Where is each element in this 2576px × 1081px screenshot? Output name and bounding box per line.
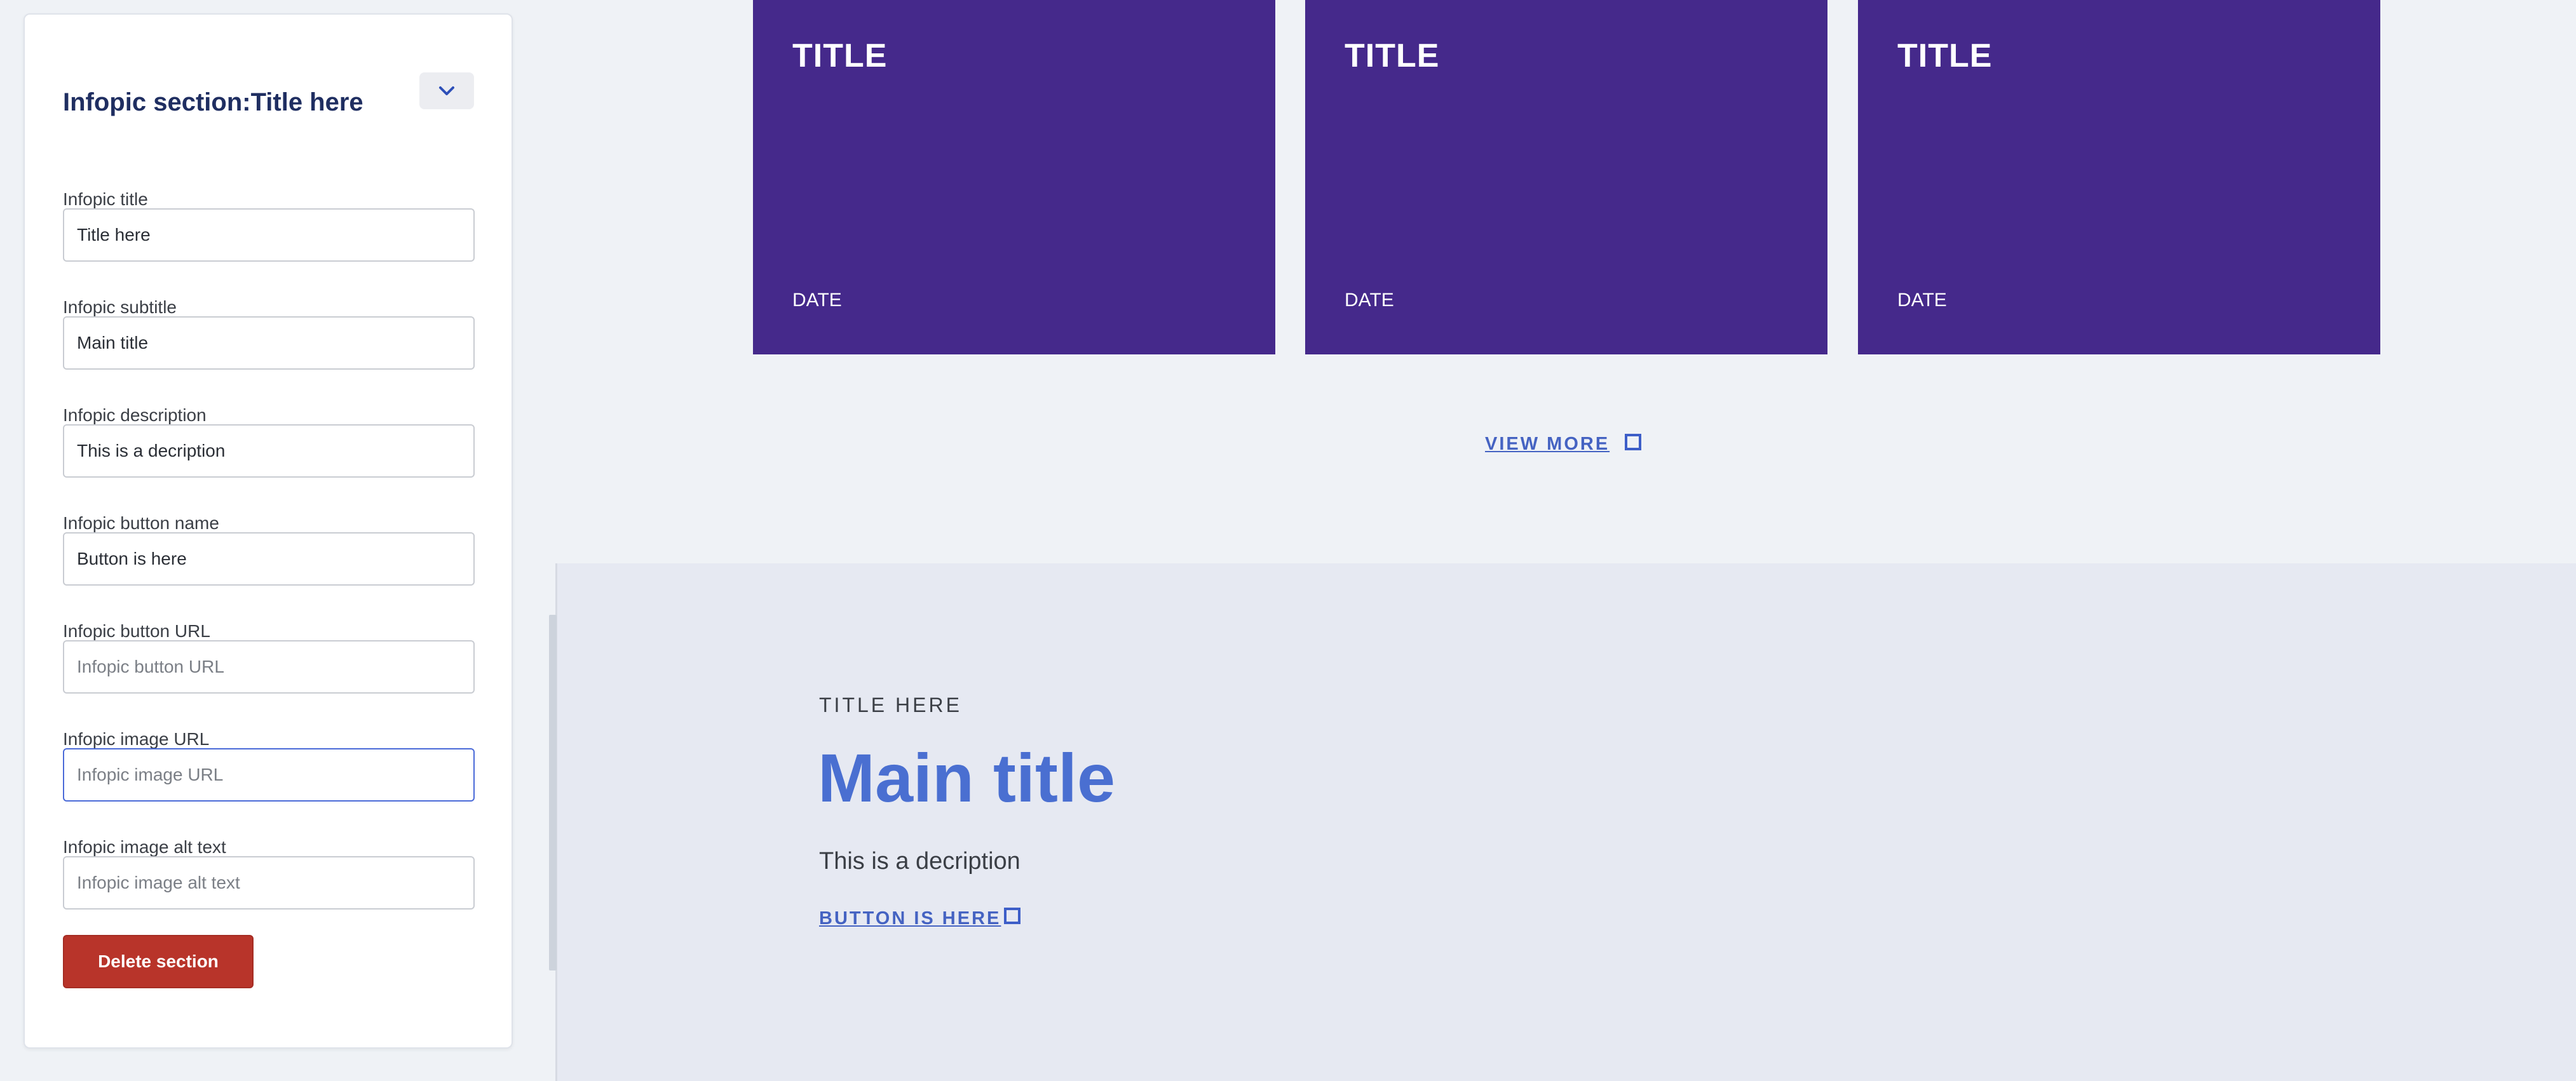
- card-1[interactable]: TITLE DATE: [753, 0, 1275, 354]
- infopic-title: TITLE HERE: [819, 694, 962, 716]
- infopic-image-alt-input[interactable]: [63, 856, 475, 910]
- scrollbar-thumb[interactable]: [549, 615, 557, 970]
- section-editor-panel: Infopic section:Title here Infopic title…: [24, 13, 513, 1049]
- infopic-image-alt-label: Infopic image alt text: [63, 837, 226, 857]
- infopic-button-url-label: Infopic button URL: [63, 621, 210, 641]
- card-title: TITLE: [1897, 37, 1993, 74]
- section-title: Infopic section:Title here: [63, 88, 363, 116]
- card-3[interactable]: TITLE DATE: [1858, 0, 2380, 354]
- delete-section-button[interactable]: Delete section: [63, 935, 254, 988]
- card-date: DATE: [1897, 290, 1947, 311]
- collapse-button[interactable]: [419, 72, 474, 109]
- infopic-image-url-label: Infopic image URL: [63, 729, 210, 749]
- infopic-preview-section: TITLE HERE Main title This is a decripti…: [557, 563, 2576, 1081]
- infopic-main-title: Main title: [818, 739, 1116, 816]
- square-icon[interactable]: [1625, 434, 1641, 450]
- infopic-title-input[interactable]: [63, 208, 475, 262]
- card-date: DATE: [792, 290, 842, 311]
- card-date: DATE: [1345, 290, 1394, 311]
- infopic-description-input[interactable]: [63, 424, 475, 478]
- infopic-description: This is a decription: [819, 848, 1020, 875]
- infopic-button-url-input[interactable]: [63, 640, 475, 694]
- chevron-down-icon: [439, 86, 454, 95]
- card-title: TITLE: [792, 37, 888, 74]
- card-title: TITLE: [1345, 37, 1440, 74]
- view-more-link[interactable]: VIEW MORE: [1485, 434, 1610, 455]
- infopic-subtitle-input[interactable]: [63, 316, 475, 370]
- infopic-button-name-label: Infopic button name: [63, 513, 219, 533]
- infopic-button-link[interactable]: BUTTON IS HERE: [819, 908, 1001, 929]
- infopic-image-url-input[interactable]: [63, 748, 475, 802]
- infopic-title-label: Infopic title: [63, 189, 148, 209]
- infopic-button-name-input[interactable]: [63, 532, 475, 586]
- square-icon[interactable]: [1004, 908, 1020, 924]
- infopic-subtitle-label: Infopic subtitle: [63, 297, 177, 317]
- card-2[interactable]: TITLE DATE: [1305, 0, 1827, 354]
- infopic-description-label: Infopic description: [63, 405, 207, 425]
